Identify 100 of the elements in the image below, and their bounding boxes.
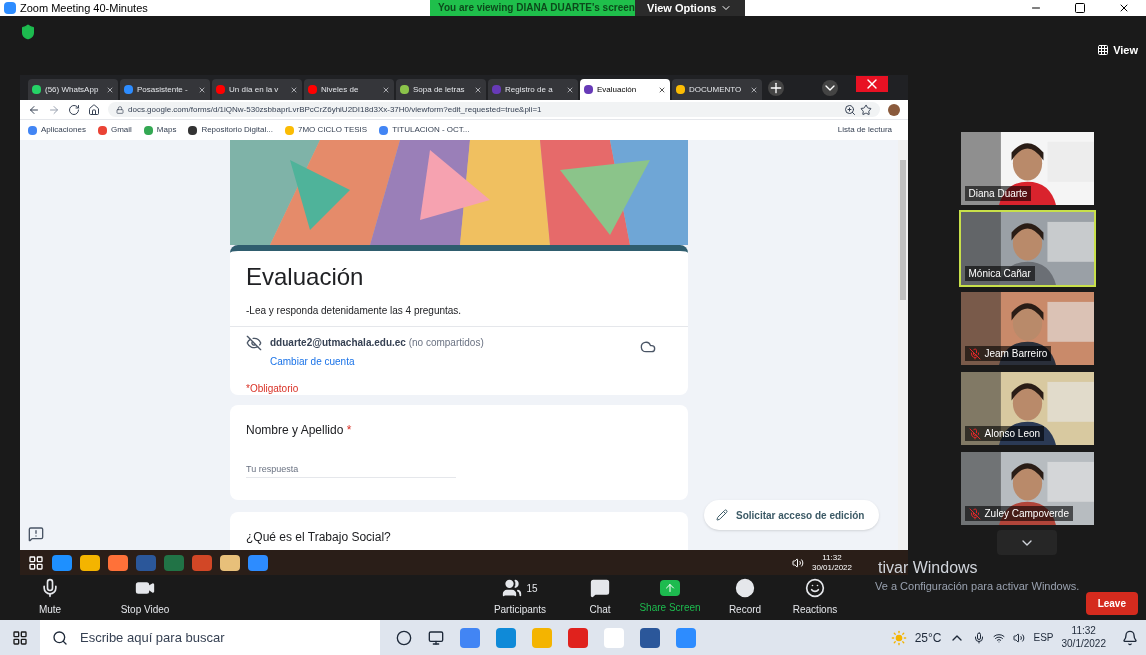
search-icon [52, 629, 68, 646]
app-icon[interactable] [80, 554, 100, 571]
clock-date: 30/1/2022 [1061, 637, 1106, 650]
toolbar-button[interactable]: Stop Video [105, 578, 185, 617]
window-title: Zoom Meeting 40-Minutes [20, 0, 148, 16]
restore-icon[interactable] [1074, 2, 1086, 14]
browser-tab[interactable]: Sopa de letras [396, 79, 486, 100]
cloud-icon [640, 339, 656, 355]
people-icon [502, 578, 523, 598]
muted-mic-icon [968, 347, 981, 360]
app-icon[interactable] [52, 554, 72, 571]
close-tab-icon[interactable] [750, 85, 758, 94]
toolbar-button[interactable]: Share Screen [635, 580, 705, 615]
close-tab-icon[interactable] [566, 85, 574, 94]
participant-name: Diana Duarte [964, 186, 1032, 201]
taskbar-app-icon[interactable] [640, 627, 660, 648]
scrollbar[interactable] [898, 140, 908, 550]
close-tab-icon[interactable] [382, 85, 390, 94]
clock-time: 11:32 [822, 552, 842, 563]
address-bar[interactable]: docs.google.com/forms/d/1iQNw-530zsbbaprLvrBPcCrZ6yhiU2DI18d3Xx-37H0/viewform?edit_requested=true&pli=1 [108, 102, 880, 117]
app-icon[interactable] [108, 554, 128, 571]
view-options-button[interactable]: View Options [635, 0, 745, 16]
account-info: dduarte2@utmachala.edu.ec (no compartidos) [270, 336, 485, 350]
taskbar-app-icon[interactable] [676, 627, 696, 648]
bookmark-link[interactable]: 7MO CICLO TESIS [284, 124, 368, 136]
weather-icon [890, 629, 907, 646]
browser-tab[interactable]: DOCUMENTO [672, 79, 762, 100]
new-tab-icon[interactable] [768, 80, 784, 96]
bookmark-link[interactable]: Aplicaciones [28, 124, 86, 136]
participant-name: Alonso Leon [964, 426, 1045, 441]
activation-subtitle: Ve a Configuración para activar Windows. [875, 579, 1080, 594]
back-icon[interactable] [28, 103, 40, 116]
language-indicator[interactable]: ESP [1033, 630, 1054, 645]
taskbar-app-icon[interactable] [496, 627, 516, 648]
browser-tab[interactable]: (56) WhatsApp [28, 79, 118, 100]
reading-list-link[interactable]: Lista de lectura [837, 124, 892, 136]
network-icon [993, 631, 1006, 644]
activation-title: tivar Windows [878, 558, 978, 578]
tab-search-icon[interactable] [822, 80, 838, 96]
close-tab-icon[interactable] [658, 85, 666, 94]
question-label: ¿Qué es el Trabajo Social? [246, 529, 392, 546]
notifications-icon[interactable] [1122, 629, 1138, 646]
star-icon[interactable] [860, 103, 872, 116]
app-icon[interactable] [248, 554, 268, 571]
task-view-icon[interactable] [428, 629, 444, 646]
clock-date: 30/01/2022 [811, 562, 852, 573]
start-icon[interactable] [12, 629, 28, 646]
taskbar-app-icon[interactable] [460, 627, 480, 648]
muted-mic-icon [968, 507, 981, 520]
profile-avatar[interactable] [888, 103, 900, 116]
participant-name: Jeam Barreiro [964, 346, 1052, 361]
browser-tab[interactable]: Niveles de [304, 79, 394, 100]
bookmark-link[interactable]: Repositorio Digital... [188, 124, 273, 136]
switch-account-link[interactable]: Cambiar de cuenta [270, 354, 632, 369]
question-label: Nombre y Apellido * [246, 422, 353, 439]
speaker-icon [1013, 631, 1026, 644]
browser-tab[interactable]: Un día en la v [212, 79, 302, 100]
browser-tab[interactable]: Posasistente - [120, 79, 210, 100]
bookmark-link[interactable]: TITULACION - OCT... [379, 124, 470, 136]
close-icon[interactable] [1118, 2, 1130, 14]
close-tab-icon[interactable] [198, 85, 206, 94]
clock-time: 11:32 [1071, 625, 1096, 638]
microphone-icon [973, 631, 986, 644]
microphone-icon [40, 578, 60, 598]
browser-tab[interactable]: Registro de a [488, 79, 578, 100]
muted-mic-icon [968, 427, 981, 440]
record-icon [735, 578, 755, 598]
toolbar-button[interactable]: Reactions [785, 578, 845, 617]
reload-icon[interactable] [68, 103, 80, 116]
form-title: Evaluación [246, 262, 365, 292]
zoom-icon [844, 103, 856, 116]
app-icon[interactable] [220, 554, 240, 571]
close-tab-icon[interactable] [106, 85, 114, 94]
form-description: -Lea y responda detenidamente las 4 preguntas. [246, 304, 463, 318]
required-note: *Obligatorio [245, 382, 300, 396]
bookmark-link[interactable]: Maps [143, 124, 177, 136]
pencil-icon [716, 509, 728, 521]
close-tab-icon[interactable] [474, 85, 482, 94]
share-screen-icon [660, 580, 680, 596]
taskbar-app-icon[interactable] [568, 627, 588, 648]
close-tab-icon[interactable] [290, 85, 298, 94]
toolbar-button[interactable]: Mute [25, 578, 75, 617]
browser-tab[interactable]: Evaluación [580, 79, 670, 100]
lock-icon [116, 105, 124, 114]
toolbar-button[interactable]: Chat [580, 578, 620, 617]
toolbar-button[interactable]: Record [720, 578, 770, 617]
home-icon[interactable] [88, 103, 100, 116]
cortana-icon[interactable] [396, 629, 412, 646]
feedback-icon[interactable] [28, 526, 44, 542]
edit-access-button[interactable]: Solicitar acceso de edición [704, 500, 879, 530]
participant-name: Zuley Campoverde [964, 506, 1073, 521]
answer-field[interactable]: Tu respuesta [246, 463, 456, 478]
participant-name: Mónica Cañar [964, 266, 1035, 281]
view-button[interactable]: View [1097, 42, 1138, 59]
viewing-banner: You are viewing DIANA DUARTE's screen [430, 0, 635, 16]
bookmark-link[interactable]: Gmail [97, 124, 132, 136]
leave-button[interactable]: Leave [1085, 592, 1138, 615]
toolbar-button[interactable]: 15 Participants [485, 578, 555, 617]
start-icon[interactable] [28, 554, 44, 571]
taskbar-search-field[interactable]: Escribe aquí para buscar [40, 620, 380, 655]
